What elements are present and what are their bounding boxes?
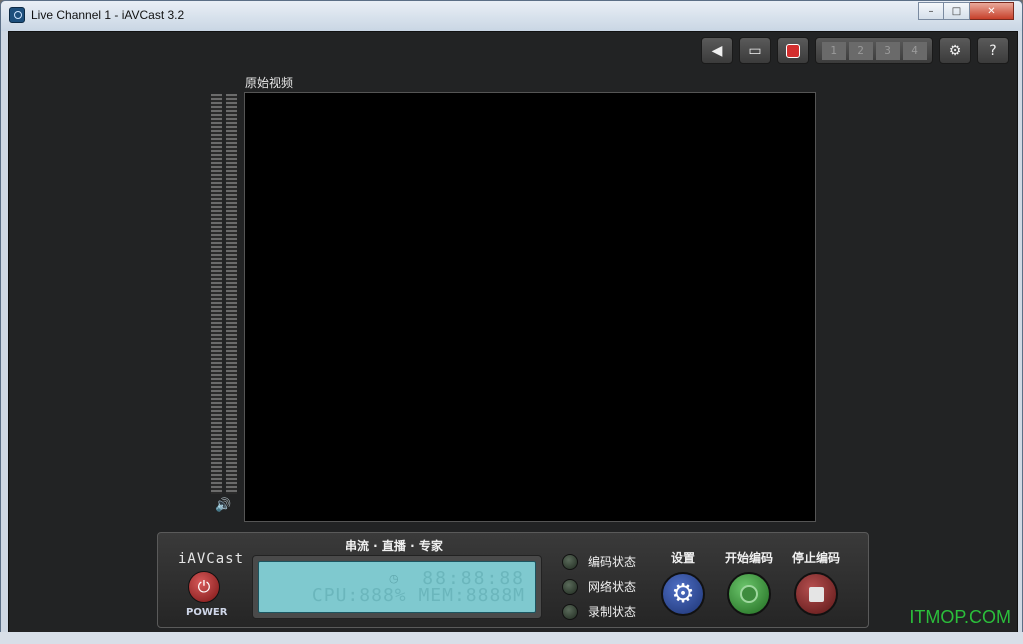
- window-controls: – □ ✕: [918, 2, 1014, 20]
- status-led-icon: [562, 553, 578, 570]
- settings-control: 设置 ⚙: [648, 549, 718, 616]
- settings-button[interactable]: ⚙: [939, 37, 971, 64]
- brand-label: iAVCast: [178, 551, 245, 567]
- channel-4-button[interactable]: 4: [902, 41, 927, 60]
- maximize-button[interactable]: □: [944, 2, 970, 20]
- app-window: Live Channel 1 - iAVCast 3.2 – □ ✕ ◀ ▭ 1…: [0, 0, 1023, 644]
- channel-1-button[interactable]: 1: [821, 41, 846, 60]
- channel-2-button[interactable]: 2: [848, 41, 873, 60]
- speaker-icon: ◀: [711, 42, 723, 59]
- status-label: 编码状态: [588, 555, 637, 569]
- status-recording: 录制状态: [562, 599, 636, 624]
- channel-3-button[interactable]: 3: [875, 41, 900, 60]
- sound-button[interactable]: ◀: [701, 37, 733, 64]
- video-label: 原始视频: [245, 76, 294, 90]
- status-led-icon: [562, 603, 578, 620]
- right-audio-meter: [226, 94, 237, 494]
- monitor-icon: ▭: [748, 42, 762, 59]
- status-led-icon: [562, 578, 578, 595]
- close-button[interactable]: ✕: [970, 2, 1014, 20]
- background-taskbar: [0, 632, 1023, 644]
- stop-icon: [808, 586, 824, 602]
- window-title: Live Channel 1 - iAVCast 3.2: [31, 8, 185, 22]
- record-icon: [786, 43, 800, 58]
- power-label: POWER: [186, 607, 228, 618]
- record-button[interactable]: [777, 37, 809, 64]
- channel-selector: 1 2 3 4: [815, 37, 933, 64]
- slogan: 串流 · 直播 · 专家: [345, 539, 443, 553]
- power-button[interactable]: ⏻: [188, 571, 220, 603]
- stop-encode-button[interactable]: [794, 572, 838, 616]
- left-audio-meter: [211, 94, 222, 494]
- minimize-button[interactable]: –: [918, 2, 944, 20]
- app-logo-icon: [9, 7, 25, 23]
- title-bar: Live Channel 1 - iAVCast 3.2 – □ ✕: [1, 1, 1022, 31]
- status-label: 录制状态: [588, 605, 637, 619]
- lcd-display-frame: ◷ 88:88:88 CPU:888% MEM:8888M: [252, 555, 542, 619]
- stop-control: 停止编码: [781, 549, 851, 616]
- control-panel: iAVCast ⏻ POWER 串流 · 直播 · 专家 ◷ 88:88:88 …: [157, 532, 869, 628]
- video-preview: [244, 92, 816, 522]
- main-content: ◀ ▭ 1 2 3 4 ⚙ ? 原始视频 🔊 iAVCast ⏻ POWER 串…: [8, 31, 1018, 633]
- gear-icon: ⚙: [671, 579, 695, 609]
- start-encode-button[interactable]: [727, 572, 771, 616]
- start-label: 开始编码: [724, 551, 773, 565]
- status-label: 网络状态: [588, 580, 637, 594]
- lcd-display: ◷ 88:88:88 CPU:888% MEM:8888M: [258, 561, 536, 613]
- settings-label: 设置: [670, 551, 695, 565]
- top-toolbar: ◀ ▭ 1 2 3 4 ⚙ ?: [701, 37, 1009, 64]
- watermark: ITMOP.COM: [909, 607, 1011, 627]
- record-icon: [740, 585, 758, 603]
- help-icon: ?: [989, 42, 997, 59]
- start-control: 开始编码: [714, 549, 784, 616]
- encode-settings-button[interactable]: ⚙: [661, 572, 705, 616]
- status-network: 网络状态: [562, 574, 636, 599]
- power-icon: ⏻: [197, 577, 211, 596]
- status-encoding: 编码状态: [562, 549, 636, 574]
- gear-icon: ⚙: [948, 42, 962, 59]
- status-list: 编码状态 网络状态 录制状态: [562, 549, 636, 624]
- volume-icon[interactable]: 🔊: [215, 498, 231, 513]
- audio-level-meters: [211, 94, 239, 494]
- clock-icon: ◷: [389, 572, 399, 585]
- lcd-stats: CPU:888% MEM:8888M: [311, 585, 525, 606]
- help-button[interactable]: ?: [977, 37, 1009, 64]
- stop-label: 停止编码: [791, 551, 840, 565]
- display-button[interactable]: ▭: [739, 37, 771, 64]
